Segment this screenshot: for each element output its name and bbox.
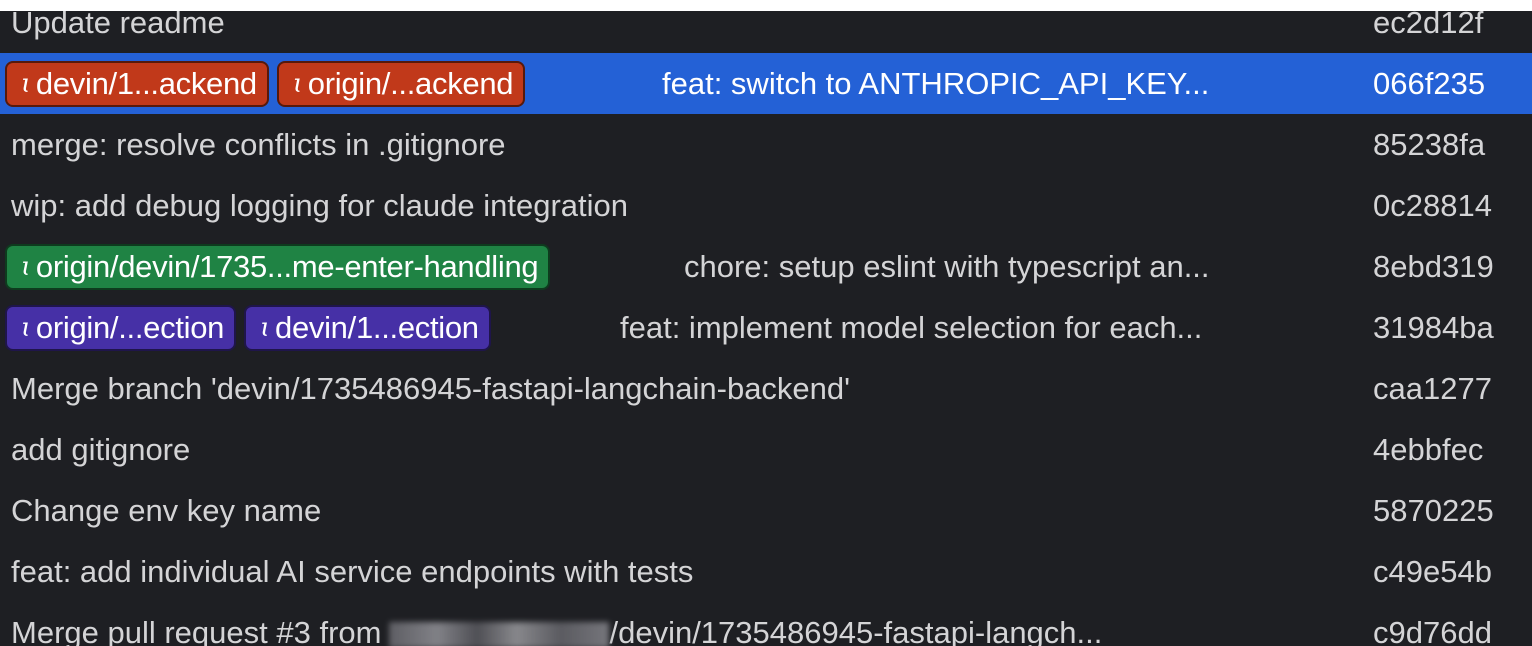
commit-message: merge: resolve conflicts in .gitignore	[11, 127, 506, 162]
branch-tag[interactable]: ɩ origin/...ection	[5, 304, 237, 351]
commit-message: feat: switch to ANTHROPIC_API_KEY...	[662, 66, 1210, 101]
commit-message: wip: add debug logging for claude integr…	[11, 188, 629, 223]
branch-refs: ɩ origin/devin/1735...me-enter-handling	[0, 243, 558, 290]
redacted-username	[389, 621, 610, 646]
commit-message-suffix: /devin/1735486945-fastapi-langch...	[609, 615, 1103, 646]
git-branch-icon: ɩ	[21, 312, 31, 343]
commit-message: add gitignore	[11, 432, 191, 467]
git-branch-icon: ɩ	[292, 68, 303, 99]
commit-message: feat: implement model selection for each…	[620, 310, 1203, 345]
commit-message: Merge branch 'devin/1735486945-fastapi-l…	[11, 371, 851, 406]
commit-row[interactable]: feat: add individual AI service endpoint…	[0, 541, 1532, 602]
commit-hash: c9d76dd	[1373, 615, 1492, 646]
git-branch-icon: ɩ	[21, 251, 31, 282]
commit-hash: 066f235	[1373, 66, 1486, 101]
commit-hash: 5870225	[1373, 493, 1494, 528]
commit-row[interactable]: Change env key name 5870225	[0, 480, 1532, 541]
git-branch-icon: ɩ	[260, 312, 271, 343]
commit-row[interactable]: Merge pull request #3 from/devin/1735486…	[0, 602, 1532, 646]
commit-row[interactable]: ɩ origin/devin/1735...me-enter-handling …	[0, 236, 1532, 297]
commit-message: chore: setup eslint with typescript an..…	[684, 249, 1210, 284]
commit-message: Merge pull request #3 from/devin/1735486…	[11, 602, 1102, 646]
commit-history-list: Update readme ec2d12f ɩ devin/1...ackend…	[0, 11, 1532, 646]
commit-hash: 4ebbfec	[1373, 432, 1484, 467]
commit-hash: 31984ba	[1373, 310, 1494, 345]
commit-message: feat: add individual AI service endpoint…	[11, 554, 694, 589]
commit-row-selected[interactable]: ɩ devin/1...ackend ɩ origin/...ackend fe…	[0, 53, 1532, 114]
commit-row[interactable]: Merge branch 'devin/1735486945-fastapi-l…	[0, 358, 1532, 419]
git-branch-icon: ɩ	[21, 68, 31, 99]
commit-row[interactable]: wip: add debug logging for claude integr…	[0, 175, 1532, 236]
commit-hash: 8ebd319	[1373, 249, 1494, 284]
commit-hash: caa1277	[1373, 371, 1492, 406]
commit-row[interactable]: add gitignore 4ebbfec	[0, 419, 1532, 480]
branch-tag-label: origin/devin/1735...me-enter-handling	[35, 248, 539, 284]
commit-hash: 0c28814	[1373, 188, 1492, 223]
commit-row[interactable]: Update readme ec2d12f	[0, 11, 1532, 53]
branch-tag-label: devin/1...ection	[275, 309, 479, 345]
branch-tag[interactable]: ɩ origin/devin/1735...me-enter-handling	[5, 243, 551, 290]
branch-tag[interactable]: ɩ devin/1...ection	[244, 304, 491, 351]
branch-tag-label: origin/...ection	[35, 309, 225, 345]
commit-hash: 85238fa	[1373, 127, 1486, 162]
branch-refs: ɩ origin/...ection ɩ devin/1...ection	[0, 304, 499, 351]
commit-message-prefix: Merge pull request #3 from	[11, 615, 382, 646]
branch-tag[interactable]: ɩ origin/...ackend	[276, 60, 526, 107]
commit-row[interactable]: merge: resolve conflicts in .gitignore 8…	[0, 114, 1532, 175]
branch-refs: ɩ devin/1...ackend ɩ origin/...ackend	[0, 60, 533, 107]
commit-message: Update readme	[11, 11, 225, 40]
branch-tag[interactable]: ɩ devin/1...ackend	[5, 60, 269, 107]
commit-row[interactable]: ɩ origin/...ection ɩ devin/1...ection fe…	[0, 297, 1532, 358]
commit-message: Change env key name	[11, 493, 322, 528]
branch-tag-label: devin/1...ackend	[35, 65, 257, 101]
commit-hash: c49e54b	[1373, 554, 1492, 589]
commit-hash: ec2d12f	[1373, 11, 1484, 40]
branch-tag-label: origin/...ackend	[307, 65, 514, 101]
